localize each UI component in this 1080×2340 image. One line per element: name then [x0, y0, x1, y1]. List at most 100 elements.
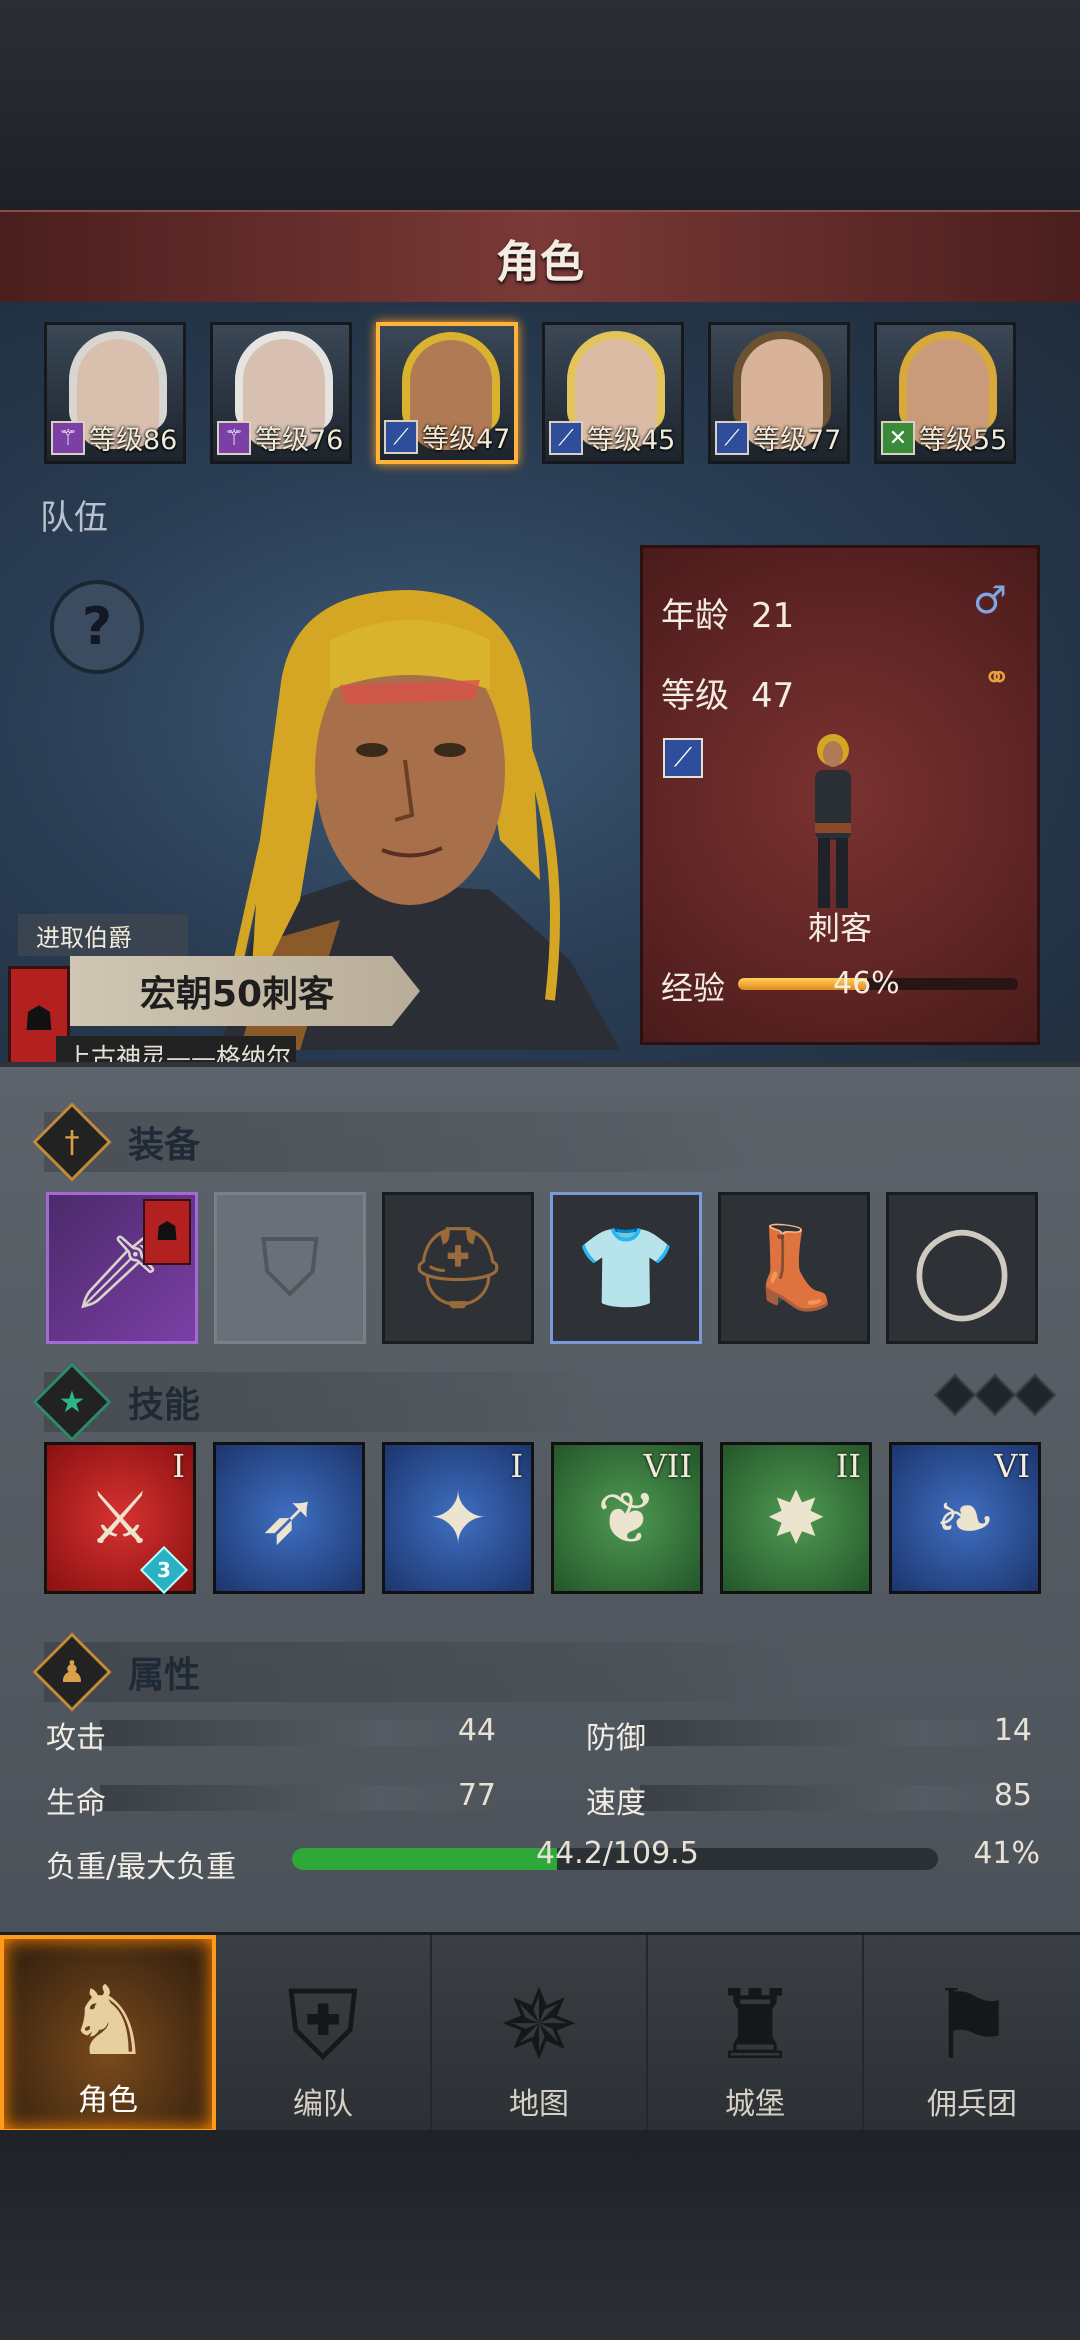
diamond-icon	[933, 1373, 977, 1417]
skill-4[interactable]: ❦ VII	[551, 1442, 703, 1594]
nav-map[interactable]: ✵ 地图	[432, 1935, 648, 2133]
age-label: 年龄	[661, 596, 729, 636]
dagger-section-icon: †	[32, 1102, 112, 1182]
diamond-icon	[973, 1373, 1017, 1417]
hp-label: 生命	[46, 1786, 106, 1821]
skill-rank: II	[835, 1447, 861, 1485]
roster-level: 等级76	[255, 425, 344, 456]
bow-icon: ✕	[881, 421, 915, 455]
skill-glyph: ❧	[934, 1476, 996, 1560]
class-name: 刺客	[807, 909, 872, 947]
skill-1[interactable]: ⚔ I 3	[44, 1442, 196, 1595]
speed-label: 速度	[586, 1786, 646, 1821]
figure-section-icon: ♟	[32, 1632, 112, 1712]
compass-icon: ✵	[498, 1969, 580, 2081]
skill-2[interactable]: ➶	[213, 1442, 365, 1594]
roster-card-2[interactable]: ⚚ 等级76	[210, 322, 352, 464]
age-value: 21	[751, 596, 795, 636]
shield-icon: ⛉	[260, 1221, 320, 1314]
skill-glyph: ❦	[596, 1476, 658, 1560]
roster-level: 等级45	[587, 425, 676, 456]
skill-rank: VI	[994, 1447, 1030, 1485]
equipment-slot-boots[interactable]: 👢	[718, 1192, 870, 1344]
nav-label: 城堡	[725, 2087, 785, 2122]
character-info-card: 年龄 21 ♂ 等级 47 ⚭ ⟋ 刺客 经验 46%	[640, 545, 1040, 1045]
roster: ⚚ 等级86 ⚚ 等级76 ⟋ 等级47 ⟋ 等级45 ⟋ 等级77 ✕ 等级5…	[44, 322, 1016, 464]
nav-label: 编队	[293, 2087, 353, 2122]
ring-icon: ◯	[911, 1215, 1013, 1321]
skill-glyph: ⚔	[87, 1476, 153, 1560]
nav-formation[interactable]: ⛨ 编队	[216, 1935, 432, 2133]
nav-character[interactable]: ♞ 角色	[0, 1935, 216, 2133]
dagger-icon: ⟋	[715, 421, 749, 455]
level-label: 等级	[661, 676, 729, 716]
nav-label: 地图	[509, 2087, 569, 2122]
staff-icon: ⚚	[51, 421, 85, 455]
equipment-header: † 装备	[32, 1102, 764, 1182]
equipment-slot-armor[interactable]: 👕	[550, 1192, 702, 1344]
equipment-slot-ring[interactable]: ◯	[886, 1192, 1038, 1344]
skill-slot-indicators	[933, 1373, 1057, 1417]
dagger-icon: ⟋	[384, 420, 418, 454]
skill-glyph: ✸	[765, 1476, 827, 1560]
load-label: 负重/最大负重	[46, 1850, 237, 1885]
equipment-slots: 🗡 ☗ ⛉ ⛑ 👕 👢 ◯	[46, 1192, 1038, 1344]
skill-rank: I	[510, 1447, 523, 1485]
load-value: 44.2/109.5	[536, 1836, 699, 1871]
attack-value: 44	[457, 1713, 496, 1748]
roster-level: 等级47	[422, 424, 511, 455]
title-bar: 角色	[0, 210, 1080, 307]
roster-level: 等级86	[89, 425, 178, 456]
staff-icon: ⚚	[217, 421, 251, 455]
roster-card-5[interactable]: ⟋ 等级77	[708, 322, 850, 464]
skill-5[interactable]: ✸ II	[720, 1442, 872, 1594]
skill-rank: I	[172, 1447, 185, 1485]
star-section-icon: ★	[32, 1362, 112, 1442]
equipment-slot-shield[interactable]: ⛉	[214, 1192, 366, 1344]
skill-3[interactable]: ✦ I	[382, 1442, 534, 1594]
load-percent: 41%	[973, 1836, 1040, 1871]
character-name[interactable]: 宏朝50刺客	[70, 956, 420, 1026]
roster-card-4[interactable]: ⟋ 等级45	[542, 322, 684, 464]
roster-level: 等级77	[753, 425, 842, 456]
banner-icon: ⚑	[928, 1969, 1016, 2081]
dagger-icon: ⟋	[549, 421, 583, 455]
roster-card-6[interactable]: ✕ 等级55	[874, 322, 1016, 464]
nav-castle[interactable]: ♜ 城堡	[648, 1935, 864, 2133]
banner-icon: ☗	[143, 1199, 191, 1265]
castle-icon: ♜	[711, 1969, 799, 2081]
skills-header: ★ 技能	[32, 1362, 604, 1442]
rings-icon[interactable]: ⚭	[983, 658, 1012, 698]
nav-label: 佣兵团	[927, 2087, 1017, 2122]
defense-label: 防御	[586, 1721, 646, 1756]
section-title-skills: 技能	[128, 1385, 201, 1426]
dagger-icon: ⟋	[663, 738, 703, 778]
section-title-equipment: 装备	[128, 1125, 201, 1166]
hp-value: 77	[457, 1778, 496, 1813]
skill-glyph: ✦	[427, 1476, 489, 1560]
equipment-slot-weapon[interactable]: 🗡 ☗	[46, 1192, 198, 1344]
attributes-header: ♟ 属性	[32, 1632, 804, 1712]
skill-list: ⚔ I 3 ➶ ✦ I ❦ VII ✸ II ❧ VI	[44, 1442, 1041, 1595]
team-label: 队伍	[40, 498, 108, 538]
speed-value: 85	[993, 1778, 1032, 1813]
skill-rank: VII	[643, 1447, 692, 1485]
roster-card-1[interactable]: ⚚ 等级86	[44, 322, 186, 464]
help-button[interactable]: ?	[50, 580, 144, 674]
equipment-slot-helmet[interactable]: ⛑	[382, 1192, 534, 1344]
armor-icon: 👕	[576, 1221, 676, 1314]
bottom-nav: ♞ 角色 ⛨ 编队 ✵ 地图 ♜ 城堡 ⚑ 佣兵团	[0, 1932, 1080, 2133]
noble-title: 进取伯爵	[18, 914, 188, 956]
page-title: 角色	[496, 237, 584, 288]
top-background	[0, 0, 1080, 210]
diamond-icon	[1013, 1373, 1057, 1417]
level-value: 47	[751, 676, 795, 716]
nav-mercenary[interactable]: ⚑ 佣兵团	[864, 1935, 1080, 2133]
section-title-attributes: 属性	[128, 1655, 201, 1696]
attack-label: 攻击	[46, 1721, 106, 1756]
exp-percent: 46%	[833, 966, 900, 1001]
skill-6[interactable]: ❧ VI	[889, 1442, 1041, 1594]
roster-card-3[interactable]: ⟋ 等级47	[376, 322, 518, 464]
exp-label: 经验	[661, 969, 726, 1007]
helmet-icon: ⛑	[407, 1221, 509, 1314]
